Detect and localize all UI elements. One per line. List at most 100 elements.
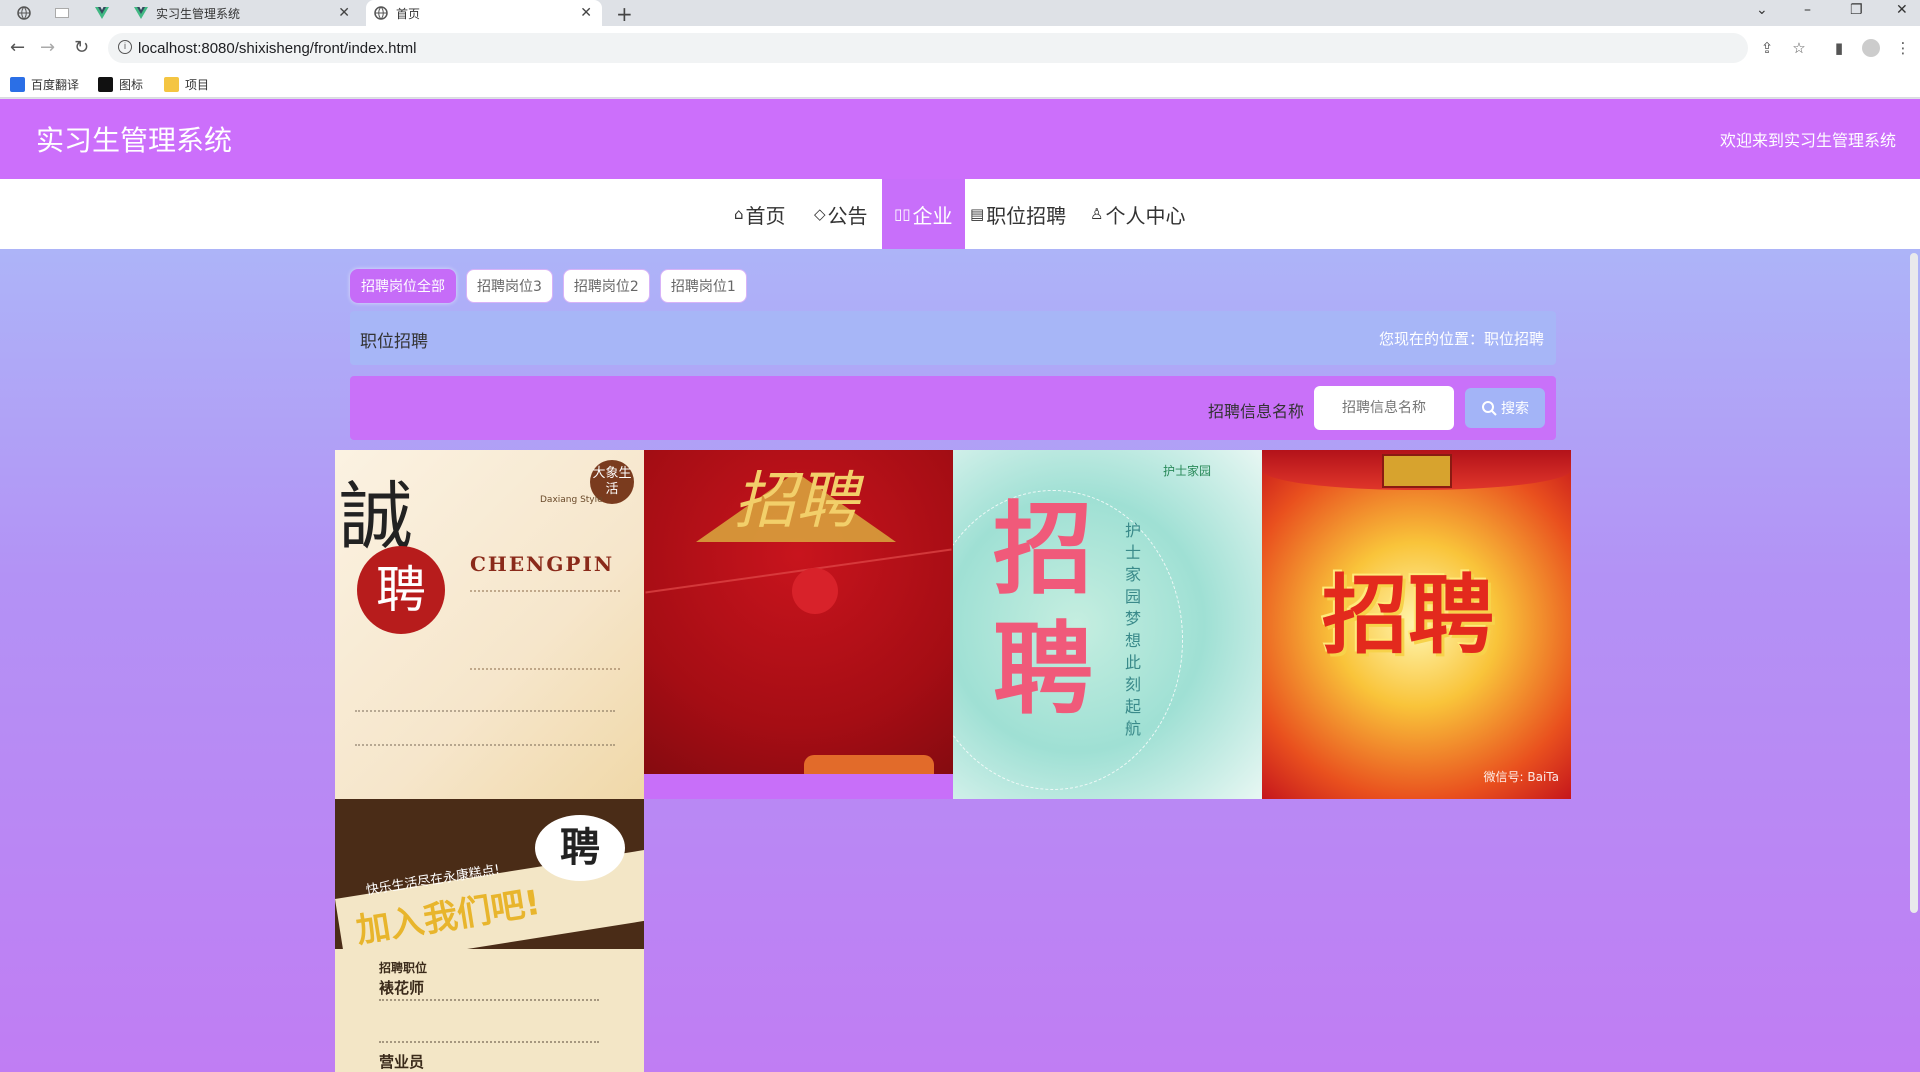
card-circle-char: 聘	[357, 546, 445, 634]
globe-icon	[17, 6, 31, 20]
pinned-tab-1[interactable]	[8, 0, 40, 26]
nav-label: 首页	[745, 203, 786, 228]
folder-icon	[164, 77, 179, 92]
nav-notice[interactable]: ◇ 公告	[814, 179, 868, 249]
back-icon[interactable]: ←	[10, 37, 25, 58]
restore-icon[interactable]: ❐	[1850, 2, 1863, 18]
job-title: 营业员	[379, 1053, 425, 1071]
brand-logo: 护士家园	[1163, 464, 1212, 478]
filter-3[interactable]: 招聘岗位3	[466, 269, 553, 303]
job-card[interactable]: 聘 快乐生活尽在永康糕点! 加入我们吧! 招聘职位 裱花师 营业员	[335, 799, 644, 1072]
nav-company[interactable]: ▯▯ 企业	[882, 179, 965, 249]
job-title: 裱花师	[379, 979, 425, 997]
reload-icon[interactable]: ↻	[74, 37, 89, 58]
scrollbar[interactable]	[1910, 253, 1918, 913]
job-card[interactable]: 誠 聘 大象生活 Daxiang Style CHENGPIN	[335, 450, 644, 799]
close-window-icon[interactable]: ✕	[1896, 2, 1908, 18]
profile-icon[interactable]	[1862, 39, 1880, 57]
bookmark-item[interactable]: 项目	[164, 76, 209, 93]
job-card[interactable]: 招聘	[644, 450, 953, 799]
card-char-2: 聘	[993, 611, 1093, 728]
nav-label: 企业	[912, 203, 953, 228]
search-button[interactable]: 搜索	[1465, 388, 1545, 428]
new-tab-icon[interactable]: +	[616, 2, 633, 26]
nav-profile[interactable]: ♙ 个人中心	[1090, 179, 1185, 249]
bookmark-label: 图标	[119, 78, 144, 92]
filter-1[interactable]: 招聘岗位1	[659, 269, 747, 303]
vue-icon	[95, 7, 109, 19]
search-label: 招聘信息名称	[1208, 402, 1305, 421]
page-icon	[55, 8, 69, 18]
url-text: localhost:8080/shixisheng/front/index.ht…	[138, 39, 417, 57]
main-content: 招聘岗位全部 招聘岗位3 招聘岗位2 招聘岗位1 职位招聘 您现在的位置：职位招…	[0, 249, 1920, 1072]
tab-app[interactable]: 实习生管理系统 ✕	[130, 0, 360, 26]
tab-title: 首页	[396, 6, 421, 21]
search-input[interactable]	[1314, 386, 1454, 430]
url-bar[interactable]: i localhost:8080/shixisheng/front/index.…	[108, 33, 1748, 63]
text-lines	[355, 710, 615, 746]
tab-title: 实习生管理系统	[156, 6, 241, 21]
pinned-tab-3[interactable]	[86, 0, 118, 26]
category-filters: 招聘岗位全部 招聘岗位3 招聘岗位2 招聘岗位1	[350, 269, 747, 303]
job-card[interactable]: 招 聘 护士家园 护士家园 梦想此刻起航	[953, 450, 1262, 799]
pinned-tab-2[interactable]	[46, 0, 78, 26]
ornament	[1382, 454, 1452, 488]
bookmark-item[interactable]: 百度翻译	[10, 76, 79, 93]
menu-icon[interactable]: ⋮	[1894, 39, 1912, 57]
filter-all[interactable]: 招聘岗位全部	[350, 269, 456, 303]
card-big-char: 誠	[339, 474, 413, 560]
card-char-1: 招	[993, 491, 1093, 608]
forward-icon[interactable]: →	[40, 37, 55, 58]
cursor-highlight	[792, 568, 838, 614]
browser-tabbar: 实习生管理系统 ✕ 首页 ✕ + ⌄ – ❐ ✕	[0, 0, 1920, 26]
home-icon: ⌂	[734, 205, 744, 223]
bookmark-item[interactable]: 图标	[98, 76, 143, 93]
card-title: 招聘	[1322, 566, 1494, 666]
job-card[interactable]: 招聘 微信号: BaiTa	[1262, 450, 1571, 799]
section-label: 招聘职位	[379, 961, 428, 975]
nav-label: 个人中心	[1105, 203, 1186, 228]
bookmarks-bar: 百度翻译 图标 项目	[0, 70, 1920, 98]
card-footer	[644, 774, 953, 799]
card-title: 招聘	[734, 464, 859, 537]
section-title: 职位招聘	[360, 332, 428, 352]
nav-label: 职位招聘	[986, 203, 1067, 228]
translate-icon	[10, 77, 25, 92]
site-header: 实习生管理系统 欢迎来到实习生管理系统	[0, 99, 1920, 179]
image-icon	[98, 77, 113, 92]
star-icon[interactable]: ☆	[1790, 39, 1808, 57]
site-title: 实习生管理系统	[36, 124, 233, 157]
search-button-label: 搜索	[1501, 401, 1529, 417]
tab-home[interactable]: 首页 ✕	[366, 0, 602, 26]
breadcrumb-position: 您现在的位置：职位招聘	[1378, 330, 1544, 348]
close-icon[interactable]: ✕	[580, 5, 592, 21]
address-toolbar: ← → ↻ i localhost:8080/shixisheng/front/…	[0, 26, 1920, 70]
user-icon: ♙	[1090, 205, 1104, 223]
share-icon[interactable]: ⇪	[1758, 39, 1776, 57]
main-nav: ⌂ 首页 ◇ 公告 ▯▯ 企业 ▤ 职位招聘 ♙ 个人中心	[0, 179, 1920, 249]
search-icon	[1482, 401, 1497, 416]
tag-icon: ◇	[814, 205, 826, 223]
badge: 聘	[535, 815, 625, 881]
info-icon[interactable]: i	[118, 40, 132, 54]
calendar-icon: ▤	[970, 205, 985, 223]
vue-icon	[134, 7, 148, 19]
bookmark-label: 项目	[185, 78, 210, 92]
search-bar: 招聘信息名称 搜索	[350, 376, 1556, 440]
close-icon[interactable]: ✕	[338, 5, 350, 21]
card-subtitle: CHENGPIN	[470, 552, 615, 576]
globe-icon	[374, 6, 388, 20]
vertical-slogan: 护士家园 梦想此刻起航	[1125, 521, 1142, 738]
nav-jobs[interactable]: ▤ 职位招聘	[970, 179, 1066, 249]
page: 实习生管理系统 欢迎来到实习生管理系统 ⌂ 首页 ◇ 公告 ▯▯ 企业 ▤ 职位…	[0, 99, 1920, 1072]
filter-2[interactable]: 招聘岗位2	[562, 269, 650, 303]
chevron-down-icon[interactable]: ⌄	[1756, 2, 1768, 18]
nav-label: 公告	[827, 203, 868, 228]
minimize-icon[interactable]: –	[1804, 2, 1811, 18]
sidepanel-icon[interactable]: ▮	[1830, 39, 1848, 57]
watermark: 微信号: BaiTa	[1483, 770, 1559, 784]
building-icon: ▯▯	[894, 205, 911, 223]
text-lines	[470, 590, 620, 670]
text-lines	[379, 999, 599, 1043]
nav-home[interactable]: ⌂ 首页	[734, 179, 786, 249]
